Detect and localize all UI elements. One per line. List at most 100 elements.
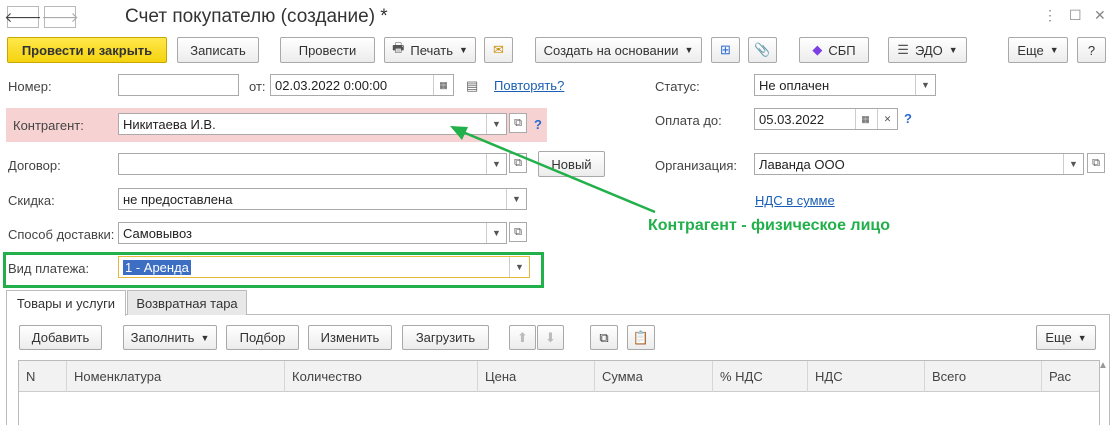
date-value: 02.03.2022 0:00:00 — [275, 77, 388, 93]
vat-link[interactable]: НДС в сумме — [755, 193, 835, 208]
pick-button[interactable]: Подбор — [226, 325, 299, 350]
number-label: Номер: — [8, 79, 52, 94]
chevron-down-icon[interactable]: ▼ — [915, 75, 935, 95]
pay-until-value: 05.03.2022 — [759, 111, 825, 127]
tab-returnable-containers[interactable]: Возвратная тара — [127, 290, 247, 315]
forward-button[interactable]: 🡒 — [41, 6, 79, 28]
edo-icon: ☰ — [897, 42, 909, 57]
tab-goods-services-label: Товары и услуги — [16, 296, 116, 311]
help-button[interactable]: ? — [1077, 37, 1106, 63]
col-nomenclature[interactable]: Номенклатура — [66, 361, 284, 392]
calendar-icon[interactable]: ▦ — [855, 109, 875, 129]
status-select[interactable]: Не оплачен ▼ — [754, 74, 936, 96]
status-label: Статус: — [655, 79, 700, 94]
post-and-close-button[interactable]: Провести и закрыть — [7, 37, 167, 63]
contract-label: Договор: — [8, 158, 61, 173]
pay-until-field[interactable]: 05.03.2022 ▦ ✕ — [754, 108, 898, 130]
printer-icon: 🖶 — [392, 40, 405, 55]
col-vat-rate[interactable]: % НДС — [712, 361, 807, 392]
print-label: Печать — [410, 42, 453, 58]
arrow-up-icon: ⬆ — [517, 329, 528, 345]
table-more-button[interactable]: Еще ▼ — [1036, 325, 1096, 350]
paste-icon: 📋 — [632, 329, 650, 345]
page-title: Счет покупателю (создание) * — [125, 6, 388, 27]
print-button[interactable]: 🖶 Печать ▼ — [384, 37, 476, 63]
number-field[interactable] — [118, 74, 239, 96]
chevron-down-icon: ▼ — [458, 45, 468, 55]
edo-button[interactable]: ☰ ЭДО ▼ — [888, 37, 967, 63]
table-more-label: Еще — [1045, 330, 1072, 345]
chevron-down-icon: ▼ — [200, 332, 210, 343]
post-button[interactable]: Провести — [280, 37, 375, 63]
pay-until-help[interactable]: ? — [904, 111, 912, 126]
open-icon[interactable]: ⧉ — [1087, 153, 1105, 173]
clear-icon[interactable]: ✕ — [877, 109, 897, 129]
copy-button[interactable]: ⧉ — [590, 325, 618, 350]
arrow-down-icon: ⬇ — [545, 329, 556, 345]
fill-label: Заполнить — [130, 330, 195, 345]
paste-button[interactable]: 📋 — [627, 325, 655, 350]
edit-button[interactable]: Изменить — [308, 325, 392, 350]
col-price[interactable]: Цена — [477, 361, 594, 392]
copy-icon: ⧉ — [599, 329, 609, 345]
col-sum[interactable]: Сумма — [594, 361, 712, 392]
discount-label: Скидка: — [8, 193, 55, 208]
chevron-down-icon: ▼ — [948, 45, 958, 55]
calendar-icon[interactable]: ▦ — [433, 75, 453, 95]
close-icon[interactable]: ✕ — [1094, 7, 1106, 24]
chevron-down-icon: ▼ — [1077, 332, 1087, 343]
email-button[interactable]: ✉ — [484, 37, 513, 63]
edo-label: ЭДО — [914, 42, 943, 58]
attach-button[interactable]: 📎 — [748, 37, 777, 63]
more-button[interactable]: Еще ▼ — [1008, 37, 1068, 63]
pick-label: Подбор — [239, 330, 286, 345]
sbp-label: СБП — [828, 42, 856, 58]
tab-returnable-containers-label: Возвратная тара — [136, 295, 238, 311]
chevron-down-icon[interactable]: ▼ — [1063, 154, 1083, 174]
open-icon[interactable]: ⧉ — [509, 222, 527, 242]
tab-goods-services[interactable]: Товары и услуги — [6, 290, 126, 316]
sbp-button[interactable]: ◆ СБП — [799, 37, 869, 63]
annotation-text: Контрагент - физическое лицо — [648, 217, 891, 234]
scrollbar-up-icon[interactable]: ▲ — [1098, 360, 1108, 371]
add-button[interactable]: Добавить — [19, 325, 102, 350]
goods-table[interactable]: N Номенклатура Количество Цена Сумма % Н… — [18, 360, 1100, 425]
more-vertical-icon[interactable]: ⋮ — [1043, 7, 1057, 24]
chevron-down-icon: ▼ — [684, 45, 694, 55]
fill-button[interactable]: Заполнить ▼ — [123, 325, 217, 350]
payment-type-select[interactable]: 1 - Аренда ▼ — [118, 256, 530, 278]
col-total[interactable]: Всего — [924, 361, 1041, 392]
organization-field[interactable]: Лаванда ООО ▼ — [754, 153, 1084, 175]
edit-label: Изменить — [320, 330, 380, 345]
table-header: N Номенклатура Количество Цена Сумма % Н… — [19, 361, 1099, 392]
date-field[interactable]: 02.03.2022 0:00:00 ▦ — [270, 74, 454, 96]
col-vat[interactable]: НДС — [807, 361, 924, 392]
col-expense[interactable]: Рас — [1041, 361, 1101, 392]
chevron-down-icon: ▼ — [1049, 45, 1059, 55]
comment-icon[interactable]: ▤ — [466, 78, 478, 94]
load-button[interactable]: Загрузить — [402, 325, 489, 350]
structure-button[interactable]: ⊞ — [711, 37, 740, 63]
move-down-button[interactable]: ⬇ — [537, 325, 564, 350]
create-based-on-button[interactable]: Создать на основании ▼ — [535, 37, 702, 63]
paperclip-icon: 📎 — [754, 42, 771, 57]
envelope-icon: ✉ — [493, 42, 504, 57]
status-value: Не оплачен — [759, 77, 830, 93]
back-button[interactable]: 🡐 — [4, 6, 42, 28]
create-based-on-label: Создать на основании — [543, 42, 679, 58]
maximize-icon[interactable]: ☐ — [1069, 7, 1082, 24]
save-button[interactable]: Записать — [177, 37, 259, 63]
structure-icon: ⊞ — [720, 42, 731, 57]
organization-value: Лаванда ООО — [759, 156, 845, 172]
repeat-link[interactable]: Повторять? — [494, 78, 564, 93]
move-up-button[interactable]: ⬆ — [509, 325, 536, 350]
chevron-down-icon[interactable]: ▼ — [509, 257, 529, 277]
chevron-down-icon[interactable]: ▼ — [486, 223, 506, 243]
col-quantity[interactable]: Количество — [284, 361, 477, 392]
col-n[interactable]: N — [19, 361, 66, 392]
delivery-value: Самовывоз — [123, 225, 192, 241]
help-label: ? — [1087, 42, 1096, 58]
counterparty-value: Никитаева И.В. — [123, 116, 216, 132]
delivery-field[interactable]: Самовывоз ▼ — [118, 222, 507, 244]
delivery-label: Способ доставки: — [8, 227, 115, 242]
